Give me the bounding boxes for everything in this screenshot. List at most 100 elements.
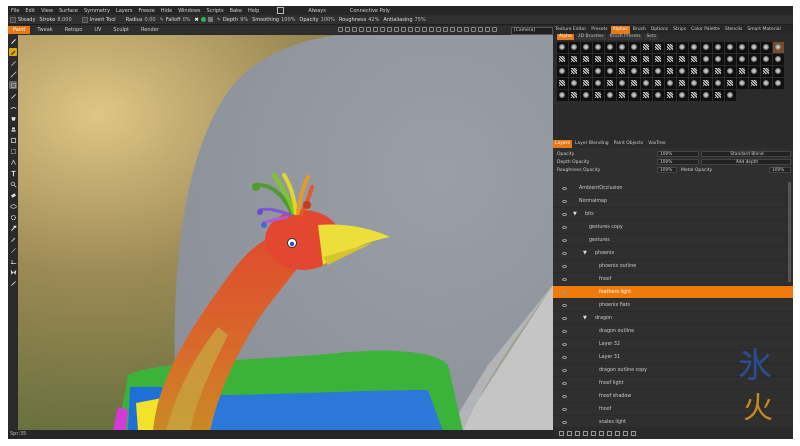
tab-sculpt[interactable]: Sculpt [108,26,134,34]
alpha-thumb[interactable] [641,78,652,89]
view-icon-19[interactable] [464,27,469,32]
new-layer-icon[interactable] [559,430,564,436]
alpha-thumb[interactable] [557,54,568,65]
airbrush-tool-icon[interactable] [9,59,17,67]
color-swatch-icon[interactable] [200,17,206,22]
move-down-icon[interactable] [623,430,628,436]
stroke-value[interactable]: 8.000 [57,17,71,23]
alpha-thumb[interactable] [605,54,616,65]
alpha-thumb[interactable] [737,54,748,65]
alpha-thumb[interactable] [617,66,628,77]
alpha-thumb[interactable] [617,78,628,89]
alpha-thumb[interactable] [713,78,724,89]
alpha-thumb[interactable] [689,66,700,77]
eye-icon[interactable] [562,186,567,190]
radius-option[interactable]: Radius 0.00 [126,17,156,23]
alpha-thumb[interactable] [569,90,580,101]
view-icon-18[interactable] [457,27,462,32]
eye-icon[interactable] [562,316,567,320]
alpha-thumb[interactable] [581,54,592,65]
blend-mode-dropdown[interactable]: Standard Blend [701,151,791,157]
tab-voxtree[interactable]: VoxTree [646,140,667,148]
alpha-thumb[interactable] [749,78,760,89]
alpha-thumb[interactable] [593,78,604,89]
alpha-thumb[interactable] [701,42,712,53]
paint-brush-tool-icon[interactable] [9,48,17,56]
menu-hide[interactable]: Hide [161,8,172,14]
merge-icon[interactable] [591,430,596,436]
alpha-thumb[interactable] [677,42,688,53]
alpha-thumb[interactable] [581,66,592,77]
antialiasing-value[interactable]: 75% [415,17,426,23]
alpha-thumb[interactable] [557,66,568,77]
needle-tool-icon[interactable] [9,246,17,254]
bucket-tool-icon[interactable] [9,114,17,122]
alpha-thumb[interactable] [569,78,580,89]
layer-list-scrollbar[interactable] [788,182,791,282]
tab-layer-blending[interactable]: Layer Blending [573,140,611,148]
alpha-thumb[interactable] [629,78,640,89]
alpha-thumb[interactable] [665,66,676,77]
depth-opacity-field[interactable]: 100% [657,159,699,165]
alpha-thumb[interactable] [749,54,760,65]
layer-row[interactable]: feathers light [553,286,793,299]
view-icon-9[interactable] [394,27,399,32]
alpha-thumb[interactable] [557,90,568,101]
alpha-thumb[interactable] [713,90,724,101]
menu-surface[interactable]: Surface [59,8,78,14]
alpha-thumb[interactable] [569,66,580,77]
eye-icon[interactable] [562,225,567,229]
opacity-option[interactable]: Opacity 100% [299,17,335,23]
alpha-thumb[interactable] [653,42,664,53]
alpha-thumb[interactable] [653,78,664,89]
alpha-thumb[interactable] [581,90,592,101]
alpha-thumb[interactable] [593,42,604,53]
depth-option[interactable]: ✎ Depth 9% [217,17,248,23]
view-icon-5[interactable] [366,27,371,32]
settings-icon[interactable] [631,430,636,436]
metal-opacity-field[interactable]: 100% [769,167,791,173]
expand-triangle-icon[interactable]: ▼ [583,315,587,321]
antialiasing-option[interactable]: Antialiasing 75% [383,17,425,23]
eye-icon[interactable] [562,264,567,268]
eye-icon[interactable] [562,290,567,294]
alpha-thumb[interactable] [725,90,736,101]
line-tool-icon[interactable] [9,70,17,78]
mask-icon[interactable] [599,430,604,436]
eye-icon[interactable] [562,238,567,242]
alpha-thumb[interactable] [617,90,628,101]
view-icon-7[interactable] [380,27,385,32]
alpha-thumb[interactable] [773,66,784,77]
camera-dropdown[interactable]: [Camera] [511,27,553,35]
view-icon-2[interactable] [345,27,350,32]
falloff-value[interactable]: 0% [183,17,191,23]
subtab-brush-presets[interactable]: Brush Presets [607,34,643,40]
menu-layers[interactable]: Layers [116,8,133,14]
duplicate-layer-icon[interactable] [575,430,580,436]
alpha-thumb[interactable] [677,54,688,65]
eraser-tool-icon[interactable] [9,191,17,199]
eye-icon[interactable] [562,277,567,281]
eye-icon[interactable] [562,381,567,385]
layer-row[interactable]: Normalmap [553,195,793,208]
roughness-value[interactable]: 42% [368,17,379,23]
layer-row[interactable]: AmbientOcclusion [553,182,793,195]
alpha-thumb[interactable] [713,66,724,77]
tab-smart-material[interactable]: Smart Material [745,26,782,34]
alpha-thumb[interactable] [605,90,616,101]
layer-row[interactable]: ▼ phoenix [553,247,793,260]
view-icon-6[interactable] [373,27,378,32]
roughness-option[interactable]: Roughness 42% [339,17,379,23]
depth-value[interactable]: 9% [240,17,248,23]
tab-layers[interactable]: Layers [553,140,572,148]
eye-icon[interactable] [562,303,567,307]
alpha-thumb[interactable] [629,54,640,65]
alpha-thumb[interactable] [557,42,568,53]
tab-presets[interactable]: Presets [589,26,609,34]
view-icon-3[interactable] [352,27,357,32]
eye-icon[interactable] [562,394,567,398]
alpha-thumb[interactable] [641,66,652,77]
layer-opacity-field[interactable]: 100% [657,151,699,157]
alpha-thumb[interactable] [725,78,736,89]
tab-render[interactable]: Render [136,26,164,34]
